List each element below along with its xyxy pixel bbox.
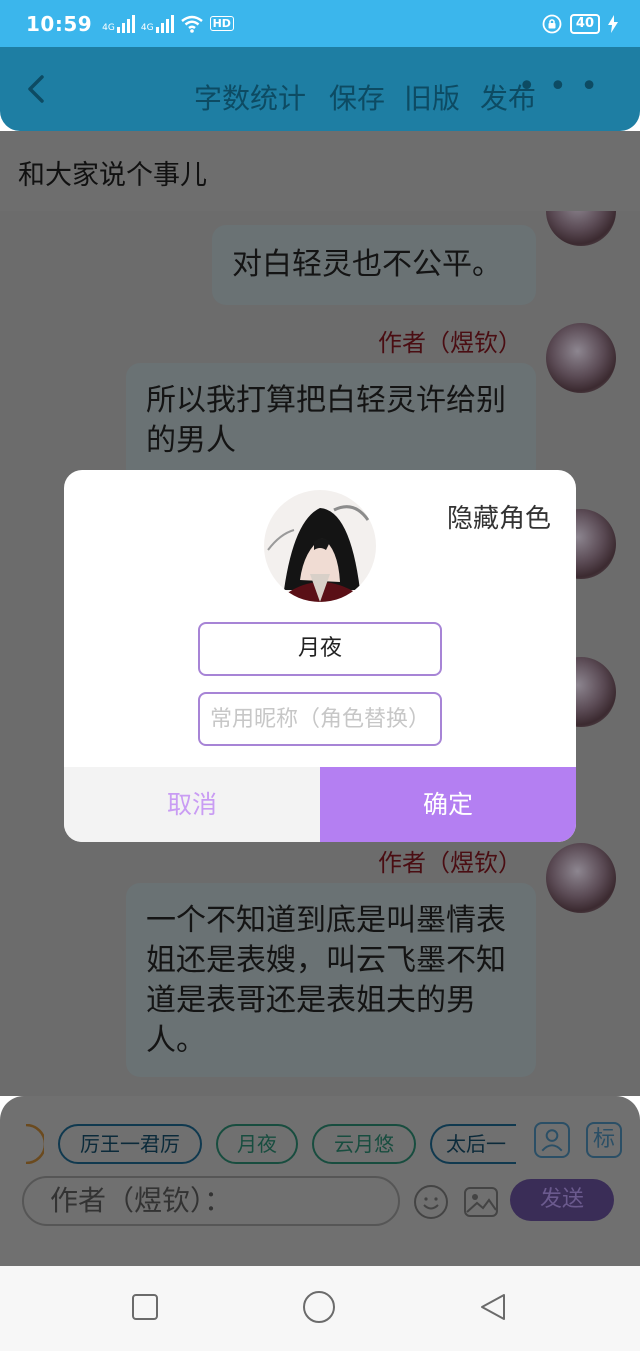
hd-icon: HD [209,16,234,31]
image-icon[interactable] [463,1184,499,1220]
status-time: 10:59 [26,11,93,36]
author-avatar[interactable] [546,843,616,913]
send-button[interactable]: 发送 [510,1179,614,1221]
home-icon[interactable] [302,1290,336,1324]
nickname-input[interactable] [198,692,442,746]
message-author: 作者（煜钦） [378,329,522,357]
title-row: 和大家说个事儿 [0,131,640,211]
partial-chip-icon[interactable] [0,1124,44,1164]
wifi-icon [180,15,203,33]
recent-apps-icon[interactable] [130,1292,160,1322]
status-icons: 4G 4G HD [102,14,234,34]
save-button[interactable]: 保存 [329,77,385,117]
panel-footer [0,1230,640,1266]
message-text: 所以我打算把白轻灵许给别的男人 [146,383,506,458]
hide-role-button[interactable]: 隐藏角色 [447,498,551,535]
bottom-panel: 厉王一君厉 月夜 云月悠 太后一 标 作者（煜钦）： 发送 [0,1096,640,1230]
role-chip[interactable]: 云月悠 [312,1124,416,1164]
more-button[interactable]: • • • [518,69,600,104]
confirm-button[interactable]: 确定 [320,767,576,842]
signal-icon: 4G [141,14,174,33]
emoji-icon[interactable] [413,1184,449,1220]
lock-rotation-icon [542,14,562,33]
status-right: 40 [542,13,618,34]
message-bubble[interactable]: 一个不知道到底是叫墨情表姐还是表嫂，叫云飞墨不知道是表哥还是表姐夫的男人。 [126,883,536,1077]
message-author: 作者（煜钦） [378,849,522,877]
message-text: 对白轻灵也不公平。 [232,247,502,282]
app-header: 字数统计 保存 旧版 发布 • • • [0,47,640,131]
cancel-button[interactable]: 取消 [64,767,320,842]
role-name-field[interactable]: 月夜 [198,622,442,676]
battery-icon: 40 [569,13,600,34]
role-dialog: 隐藏角色 月夜 取消 确定 [64,470,576,842]
role-chip[interactable]: 厉王一君厉 [58,1124,202,1164]
message-bubble[interactable]: 对白轻灵也不公平。 [212,225,536,305]
role-chip[interactable]: 月夜 [216,1124,298,1164]
navigation-bar [0,1266,640,1351]
user-icon[interactable] [534,1122,570,1158]
chapter-title[interactable]: 和大家说个事儿 [18,153,207,192]
old-version-button[interactable]: 旧版 [404,77,460,117]
message-text: 一个不知道到底是叫墨情表姐还是表嫂，叫云飞墨不知道是表哥还是表姐夫的男人。 [146,903,506,1058]
back-icon[interactable] [20,69,56,109]
signal-icon: 4G [102,14,135,33]
character-avatar[interactable] [264,490,376,602]
author-avatar[interactable] [546,211,616,246]
word-count-button[interactable]: 字数统计 [194,77,306,117]
tag-button[interactable]: 标 [586,1122,622,1158]
role-chip[interactable]: 太后一 [430,1124,516,1164]
message-bubble[interactable]: 所以我打算把白轻灵许给别的男人 [126,363,536,483]
back-nav-icon[interactable] [478,1292,508,1322]
author-avatar[interactable] [546,323,616,393]
message-input[interactable]: 作者（煜钦）： [22,1176,400,1226]
status-bar: 10:59 4G 4G HD 40 [0,0,640,47]
charging-icon [608,14,618,33]
message-input-placeholder: 作者（煜钦）： [50,1184,233,1217]
